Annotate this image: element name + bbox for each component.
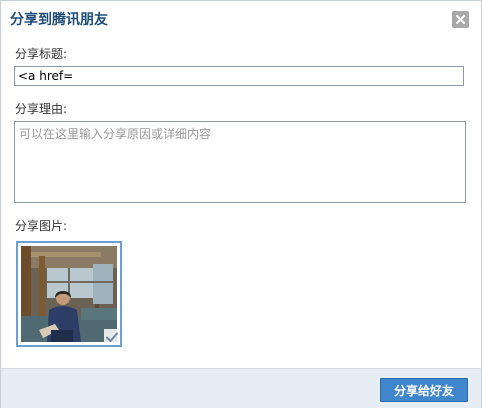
selected-check — [104, 329, 120, 345]
close-icon — [456, 15, 465, 24]
dialog-footer: 分享给好友 — [1, 368, 481, 408]
share-to-friends-button[interactable]: 分享给好友 — [380, 378, 468, 402]
share-reason-label: 分享理由: — [15, 102, 68, 116]
share-title-label: 分享标题: — [15, 47, 68, 61]
close-button[interactable] — [452, 11, 469, 28]
share-image-photo — [21, 246, 117, 342]
share-image-label: 分享图片: — [15, 219, 68, 233]
checkmark-icon — [106, 332, 118, 342]
share-title-input[interactable] — [14, 66, 464, 86]
share-image-thumbnail[interactable] — [16, 241, 122, 347]
dialog-title: 分享到腾讯朋友 — [10, 12, 108, 28]
share-reason-textarea[interactable] — [14, 121, 466, 203]
share-dialog: 分享到腾讯朋友 分享标题: 分享理由: 分享图片: — [0, 0, 482, 408]
